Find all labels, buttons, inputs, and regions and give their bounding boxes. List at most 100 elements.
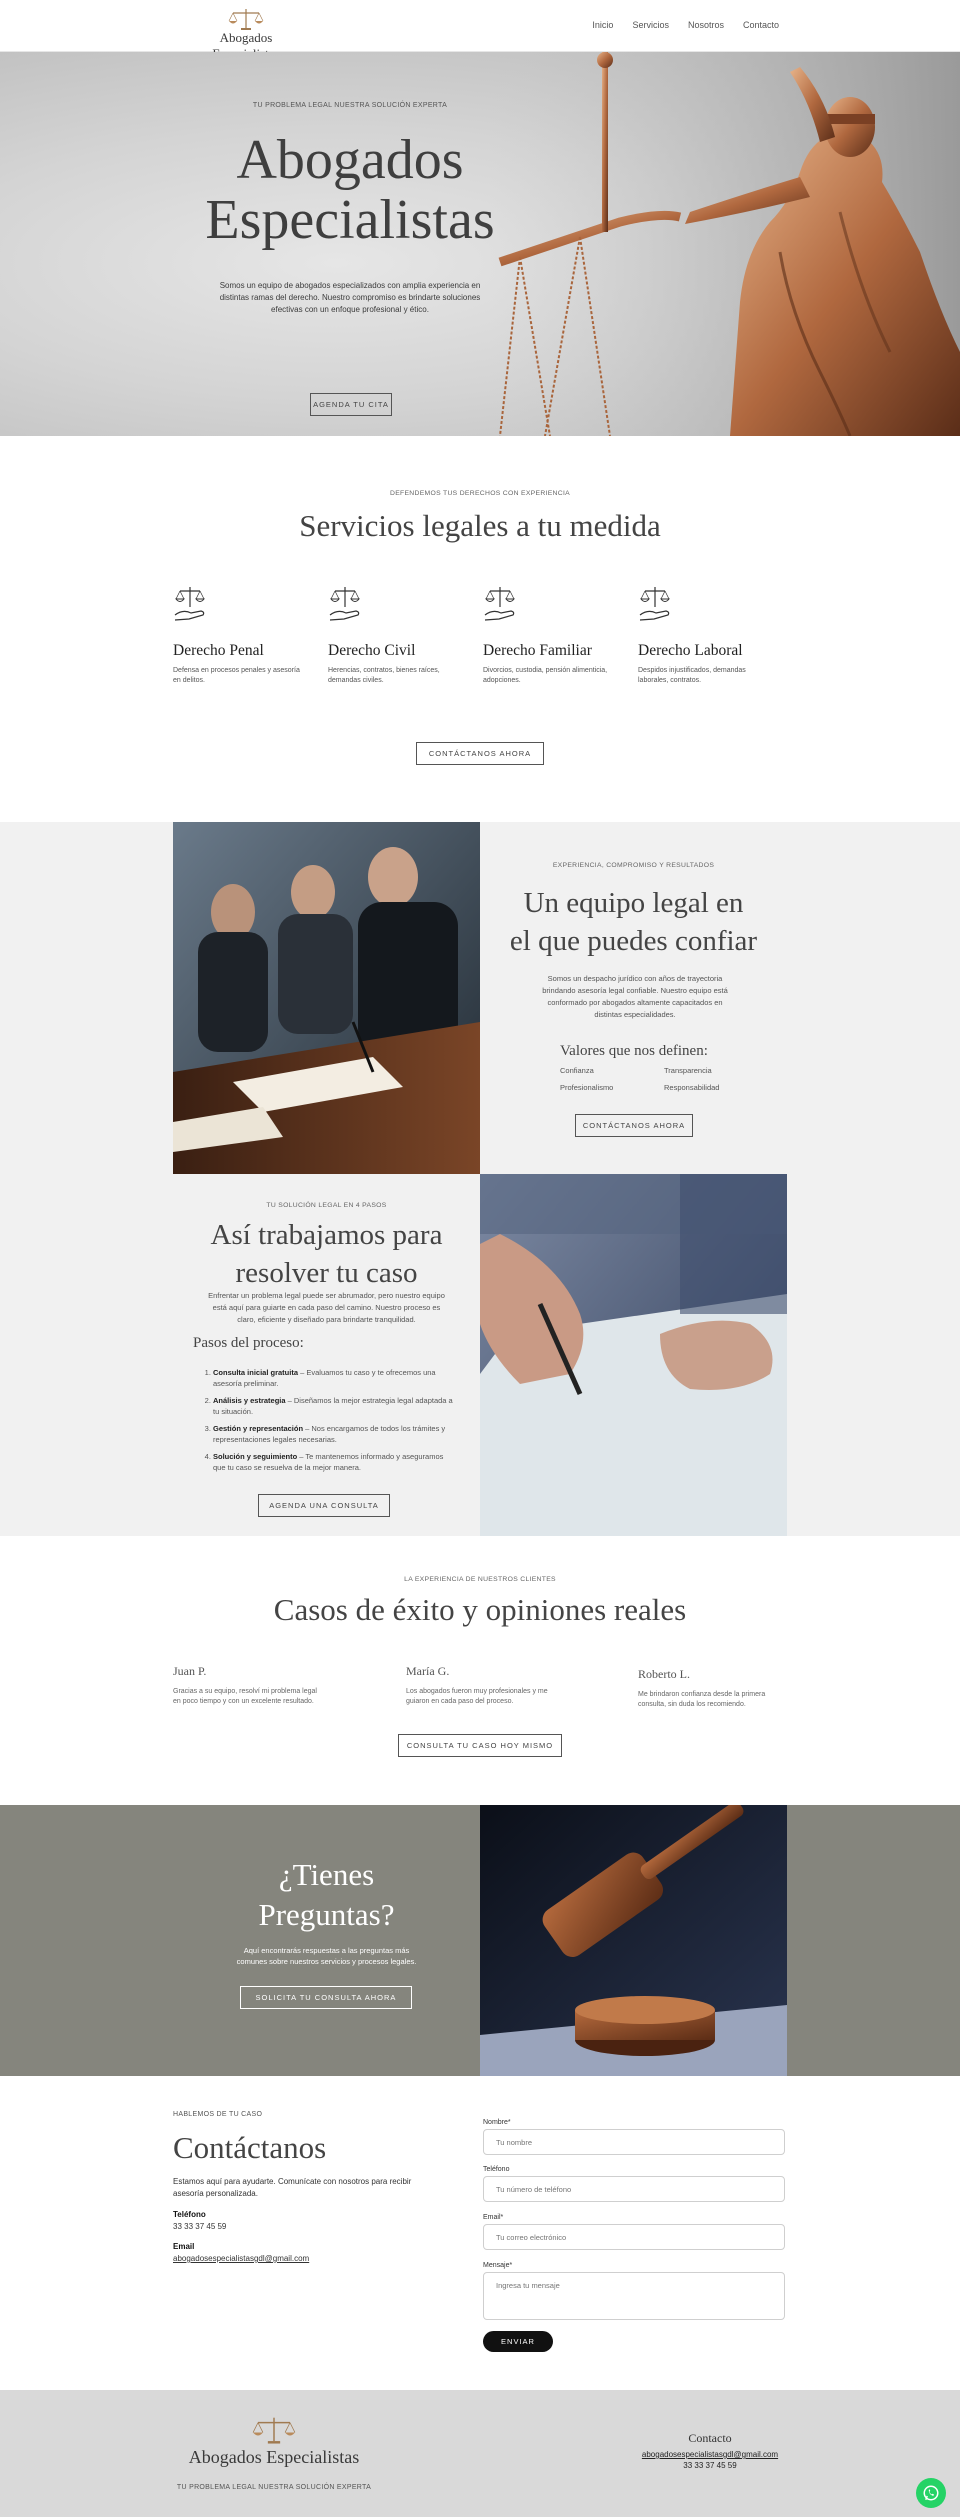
testimonial-name: Roberto L. <box>638 1667 690 1681</box>
service-card-laboral: Derecho Laboral Despidos injustificados,… <box>638 585 793 686</box>
testimonial-card: Juan P. Gracias a su equipo, resolví mi … <box>173 1664 323 1707</box>
hero-section: TU PROBLEMA LEGAL NUESTRA SOLUCIÓN EXPER… <box>0 52 960 436</box>
site-header: Abogados Especialistas Inicio Servicios … <box>0 0 960 61</box>
values-list: Confianza Transparencia Profesionalismo … <box>560 1066 768 1092</box>
logo[interactable]: Abogados Especialistas <box>186 6 306 61</box>
team-title-line1: Un equipo legal en <box>523 887 744 919</box>
email-link[interactable]: abogadosespecialistasgdl@gmail.com <box>173 2254 309 2263</box>
process-title-line2: resolver tu caso <box>235 1257 418 1289</box>
page: Abogados Especialistas Inicio Servicios … <box>0 0 960 2517</box>
hero-title: Abogados Especialistas <box>205 129 495 251</box>
service-card-penal: Derecho Penal Defensa en procesos penale… <box>173 585 328 686</box>
process-title-line1: Así trabajamos para <box>210 1219 443 1251</box>
services-kicker: DEFENDEMOS TUS DERECHOS CON EXPERIENCIA <box>389 490 570 497</box>
whatsapp-icon <box>923 2485 939 2501</box>
service-description: Herencias, contratos, bienes raíces, dem… <box>328 667 440 684</box>
phone-number: 33 33 37 45 59 <box>173 2222 227 2231</box>
email-label: Email <box>173 2242 195 2251</box>
faq-description: Aquí encontrarás respuestas a las pregun… <box>236 1946 417 1966</box>
process-steps-title: Pasos del proceso: <box>193 1335 304 1351</box>
testimonial-text: Gracias a su equipo, resolví mi problema… <box>173 1688 317 1705</box>
process-step: Gestión y representación – Nos encargamo… <box>213 1423 457 1445</box>
testimonials-title: Casos de éxito y opiniones reales <box>273 1592 687 1627</box>
team-description: Somos un despacho jurídico con años de t… <box>542 974 728 1019</box>
hero-description: Somos un equipo de abogados especializad… <box>219 281 481 314</box>
step-heading: Gestión y representación <box>213 1424 304 1433</box>
footer-logo-text: Abogados Especialistas <box>188 2447 360 2467</box>
scales-hand-icon <box>329 587 361 621</box>
footer-tagline: TU PROBLEMA LEGAL NUESTRA SOLUCIÓN EXPER… <box>176 2484 372 2491</box>
scales-logo-icon <box>228 9 264 30</box>
whatsapp-button[interactable] <box>916 2478 946 2508</box>
testimonial-card: Roberto L. Me brindaron confianza desde … <box>638 1667 788 1710</box>
footer-phone: 33 33 37 45 59 <box>683 2461 737 2470</box>
phone-label: Teléfono <box>173 2210 206 2219</box>
name-label: Nombre* <box>483 2119 511 2126</box>
request-consult-button[interactable]: SOLICITA TU CONSULTA AHORA <box>240 1986 412 2009</box>
service-description: Defensa en procesos penales y asesoría e… <box>173 667 300 684</box>
process-step: Consulta inicial gratuita – Evaluamos tu… <box>213 1367 457 1389</box>
scales-hand-icon <box>639 587 671 621</box>
email-input[interactable] <box>483 2224 785 2250</box>
team-contact-button[interactable]: CONTÁCTANOS AHORA <box>575 1114 693 1137</box>
footer-logo[interactable]: Abogados Especialistas <box>186 2414 362 2468</box>
value-item: Confianza <box>560 1066 594 1075</box>
service-description: Despidos injustificados, demandas labora… <box>638 667 746 684</box>
message-label: Mensaje* <box>483 2262 513 2269</box>
contact-kicker: HABLEMOS DE TU CASO <box>173 2111 263 2118</box>
nav-contacto[interactable]: Contacto <box>743 20 779 30</box>
process-consult-button[interactable]: AGENDA UNA CONSULTA <box>258 1494 390 1517</box>
signing-document-photo <box>480 1174 787 1536</box>
email-field-label: Email* <box>483 2214 504 2221</box>
nav-nosotros[interactable]: Nosotros <box>688 20 724 30</box>
send-button[interactable]: ENVIAR <box>483 2331 553 2352</box>
testimonial-text: Los abogados fueron muy profesionales y … <box>406 1688 548 1705</box>
faq-title-line2: Preguntas? <box>258 1897 395 1932</box>
value-item: Transparencia <box>664 1066 712 1075</box>
site-footer <box>0 2390 960 2517</box>
testimonials-kicker: LA EXPERIENCIA DE NUESTROS CLIENTES <box>404 1576 556 1583</box>
nav-servicios[interactable]: Servicios <box>632 20 669 30</box>
team-kicker: EXPERIENCIA, COMPROMISO Y RESULTADOS <box>552 862 715 869</box>
process-steps-list: Consulta inicial gratuita – Evaluamos tu… <box>197 1367 457 1479</box>
service-title: Derecho Penal <box>173 642 264 659</box>
lady-justice-image <box>490 52 960 436</box>
name-input[interactable] <box>483 2129 785 2155</box>
consult-case-button[interactable]: CONSULTA TU CASO HOY MISMO <box>398 1734 562 1757</box>
lawyers-meeting-photo <box>173 822 480 1174</box>
team-title: Un equipo legal en el que puedes confiar <box>480 884 787 960</box>
nav-inicio[interactable]: Inicio <box>592 20 613 30</box>
step-heading: Solución y seguimiento <box>213 1452 298 1461</box>
scales-hand-icon <box>484 587 516 621</box>
values-title: Valores que nos definen: <box>560 1043 708 1059</box>
services-contact-button[interactable]: CONTÁCTANOS AHORA <box>416 742 544 765</box>
main-nav: Inicio Servicios Nosotros Contacto <box>592 20 779 30</box>
service-title: Derecho Civil <box>328 642 416 659</box>
message-textarea[interactable] <box>483 2272 785 2320</box>
phone-input[interactable] <box>483 2176 785 2202</box>
footer-email-link[interactable]: abogadosespecialistasgdl@gmail.com <box>620 2450 800 2459</box>
value-item: Responsabilidad <box>664 1083 720 1092</box>
schedule-appointment-button[interactable]: AGENDA TU CITA <box>310 393 392 416</box>
services-title: Servicios legales a tu medida <box>299 508 661 543</box>
value-item: Profesionalismo <box>560 1083 614 1092</box>
testimonial-card: María G. Los abogados fueron muy profesi… <box>406 1664 556 1707</box>
service-card-civil: Derecho Civil Herencias, contratos, bien… <box>328 585 483 686</box>
service-title: Derecho Laboral <box>638 642 743 659</box>
step-heading: Análisis y estrategia <box>213 1396 286 1405</box>
testimonial-text: Me brindaron confianza desde la primera … <box>638 1691 766 1708</box>
contact-description: Estamos aquí para ayudarte. Comunícate c… <box>173 2177 412 2198</box>
gavel-photo <box>480 1805 787 2076</box>
service-title: Derecho Familiar <box>483 642 592 659</box>
process-title: Así trabajamos para resolver tu caso <box>173 1216 480 1292</box>
contact-title: Contáctanos <box>173 2130 327 2165</box>
team-title-line2: el que puedes confiar <box>509 925 758 957</box>
hero-kicker: TU PROBLEMA LEGAL NUESTRA SOLUCIÓN EXPER… <box>252 102 448 109</box>
service-card-familiar: Derecho Familiar Divorcios, custodia, pe… <box>483 585 638 686</box>
step-heading: Consulta inicial gratuita <box>213 1368 299 1377</box>
footer-contact-title: Contacto <box>688 2431 732 2445</box>
scales-hand-icon <box>174 587 206 621</box>
process-kicker: TU SOLUCIÓN LEGAL EN 4 PASOS <box>266 1202 387 1209</box>
scales-logo-icon <box>252 2417 296 2444</box>
services-grid: Derecho Penal Defensa en procesos penale… <box>173 585 793 686</box>
